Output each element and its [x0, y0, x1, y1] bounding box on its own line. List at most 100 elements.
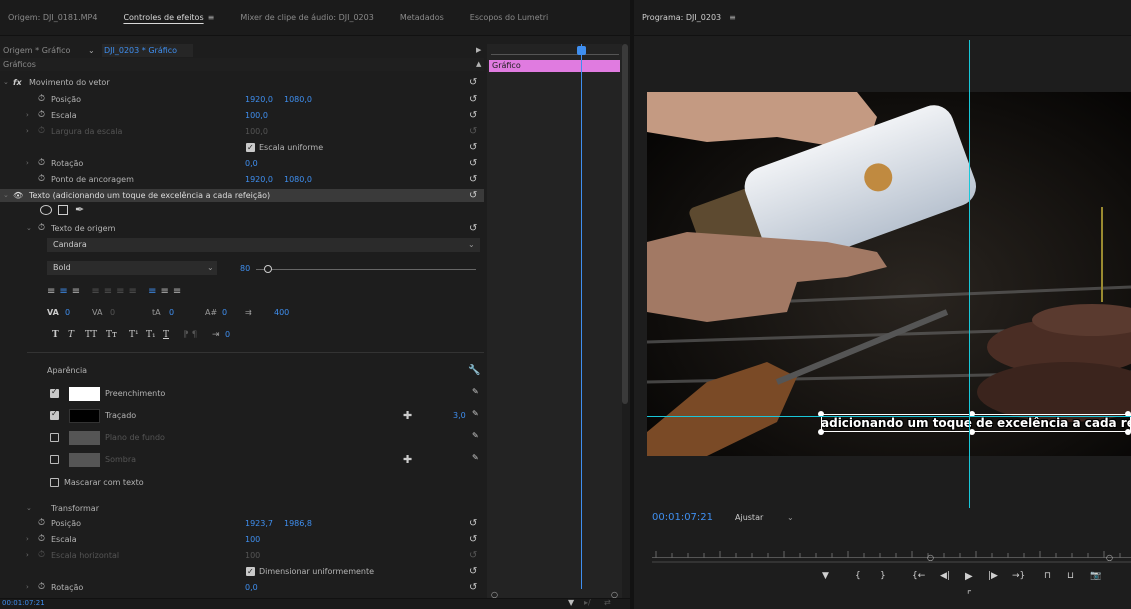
mask-text-checkbox[interactable] — [50, 478, 59, 487]
rotation-value[interactable]: 0,0 — [245, 157, 258, 170]
indent-value[interactable]: 0 — [225, 330, 230, 339]
anchor-x-value[interactable]: 1920,0 — [245, 173, 273, 186]
superscript-button[interactable]: T¹ — [129, 330, 139, 340]
expand-icon[interactable]: › — [26, 125, 29, 138]
tracking-value[interactable]: 0 — [110, 308, 115, 317]
reset-icon[interactable]: ↺ — [469, 173, 477, 186]
kerning-value[interactable]: 0 — [65, 308, 70, 317]
transform-position-y[interactable]: 1986,8 — [284, 517, 312, 530]
add-stroke-icon[interactable]: ✚ — [403, 409, 412, 422]
fill-color-swatch[interactable] — [69, 387, 100, 401]
vector-motion-row[interactable]: ⌄ fx Movimento do vetor ↺ — [0, 76, 484, 89]
vertical-guide[interactable] — [969, 40, 970, 508]
clip-crumb[interactable]: DJI_0203 * Gráfico — [102, 44, 194, 57]
reset-icon[interactable]: ↺ — [469, 222, 477, 235]
filter-icon[interactable]: ▼ — [568, 598, 574, 607]
pen-mask-icon[interactable]: ✒ — [75, 203, 84, 216]
leading-icon[interactable]: ⇉ — [245, 308, 252, 317]
subscript-button[interactable]: T₁ — [146, 330, 156, 340]
bold-button[interactable]: T — [52, 330, 59, 340]
align-center-icon[interactable]: ≡ — [59, 286, 71, 297]
baseline-icon[interactable]: tA — [152, 308, 161, 317]
stopwatch-icon[interactable]: ⏱ — [38, 157, 45, 170]
stopwatch-icon[interactable]: ⏱ — [38, 222, 45, 235]
reset-icon[interactable]: ↺ — [469, 517, 477, 530]
scale-value[interactable]: 100,0 — [245, 109, 268, 122]
position-x-value[interactable]: 1920,0 — [245, 93, 273, 106]
paragraph-direction-icons[interactable]: ⁋ ¶ — [183, 330, 197, 340]
expand-icon[interactable]: › — [26, 109, 29, 122]
program-title[interactable]: Programa: DJI_0203 — [642, 13, 721, 22]
expand-icon[interactable]: › — [26, 157, 29, 170]
tab-source[interactable]: Origem: DJI_0181.MP4 — [8, 13, 97, 22]
play-icon[interactable]: ▶ — [965, 571, 973, 582]
tsume-value[interactable]: 0 — [222, 308, 227, 317]
indent-icon[interactable]: ⇥ — [212, 330, 220, 340]
font-style-dropdown[interactable]: Bold ⌄ — [47, 261, 217, 275]
wrench-icon[interactable]: 🔧 — [468, 364, 480, 377]
ellipse-mask-icon[interactable] — [40, 205, 52, 215]
position-y-value[interactable]: 1080,0 — [284, 93, 312, 106]
uniform-dimension-checkbox[interactable] — [246, 565, 255, 578]
program-ruler[interactable] — [652, 548, 1131, 558]
tsume-icon[interactable]: A# — [205, 308, 217, 317]
reset-icon[interactable]: ↺ — [469, 157, 477, 170]
vertical-align-bottom-icon[interactable]: ≡ — [173, 286, 185, 297]
tracking-icon[interactable]: VA — [92, 308, 102, 317]
expand-icon[interactable]: › — [26, 581, 29, 594]
uniform-scale-checkbox[interactable] — [246, 141, 255, 154]
transform-row[interactable]: ⌄ Transformar — [0, 502, 484, 515]
shadow-checkbox[interactable] — [50, 455, 59, 464]
expand-icon[interactable]: › — [26, 549, 29, 562]
add-shadow-icon[interactable]: ✚ — [403, 453, 412, 466]
collapse-icon[interactable]: ⌄ — [3, 76, 9, 89]
leading-value[interactable]: 400 — [274, 308, 289, 317]
font-size-slider-thumb[interactable] — [264, 265, 272, 273]
font-size-slider[interactable] — [256, 269, 476, 270]
zoom-bar[interactable] — [652, 561, 1131, 563]
collapse-icon[interactable]: ⌄ — [26, 502, 32, 515]
video-frame[interactable]: adicionando um toque de excelência a cad… — [647, 92, 1131, 456]
current-timecode[interactable]: 00:01:07:21 — [2, 599, 45, 607]
expand-icon[interactable]: › — [26, 533, 29, 546]
export-icon[interactable]: ⇄ — [604, 598, 611, 607]
eyedropper-icon[interactable]: ✎ — [472, 453, 479, 462]
mark-out-icon[interactable]: } — [880, 571, 886, 581]
add-marker-icon[interactable]: ▼ — [822, 571, 829, 581]
alignment-buttons[interactable]: ≡≡≡ ≡≡≡≡ ≡≡≡ — [47, 286, 287, 298]
reset-icon[interactable]: ↺ — [469, 533, 477, 546]
lift-icon[interactable]: ⊓ — [1044, 571, 1051, 581]
text-layer-row[interactable]: ⌄ 👁 Texto (adicionando um toque de excel… — [0, 189, 484, 202]
program-timecode[interactable]: 00:01:07:21 — [652, 512, 713, 523]
italic-button[interactable]: T — [68, 330, 74, 340]
transform-scale-value[interactable]: 100 — [245, 533, 260, 546]
stopwatch-icon[interactable]: ⏱ — [38, 581, 45, 594]
eyedropper-icon[interactable]: ✎ — [472, 387, 479, 396]
baseline-value[interactable]: 0 — [169, 308, 174, 317]
collapse-icon[interactable]: ⌄ — [3, 189, 9, 202]
step-back-icon[interactable]: ◀| — [940, 571, 950, 581]
resize-handle[interactable] — [1125, 429, 1131, 435]
expand-arrow-icon[interactable]: ▶ — [476, 44, 481, 57]
background-checkbox[interactable] — [50, 433, 59, 442]
resize-handle[interactable] — [818, 429, 824, 435]
shadow-color-swatch[interactable] — [69, 453, 100, 467]
timeline-clip[interactable]: Gráfico — [489, 60, 620, 72]
eyedropper-icon[interactable]: ✎ — [472, 409, 479, 418]
go-to-in-icon[interactable]: {← — [912, 571, 925, 581]
transform-rotation-value[interactable]: 0,0 — [245, 581, 258, 594]
reset-icon[interactable]: ↺ — [469, 581, 477, 594]
stroke-width-value[interactable]: 3,0 — [453, 411, 466, 420]
align-right-icon[interactable]: ≡ — [72, 286, 84, 297]
font-size-value[interactable]: 80 — [240, 264, 250, 273]
reset-icon[interactable]: ↺ — [469, 76, 477, 89]
stroke-color-swatch[interactable] — [69, 409, 100, 423]
align-left-icon[interactable]: ≡ — [47, 286, 59, 297]
reset-icon[interactable]: ↺ — [469, 93, 477, 106]
transform-position-x[interactable]: 1923,7 — [245, 517, 273, 530]
horizontal-guide[interactable] — [647, 416, 1131, 417]
font-dropdown[interactable]: Candara ⌄ — [47, 238, 480, 252]
fill-checkbox[interactable] — [50, 387, 59, 398]
collapse-arrow-icon[interactable]: ▲ — [476, 58, 481, 71]
reset-icon[interactable]: ↺ — [469, 109, 477, 122]
